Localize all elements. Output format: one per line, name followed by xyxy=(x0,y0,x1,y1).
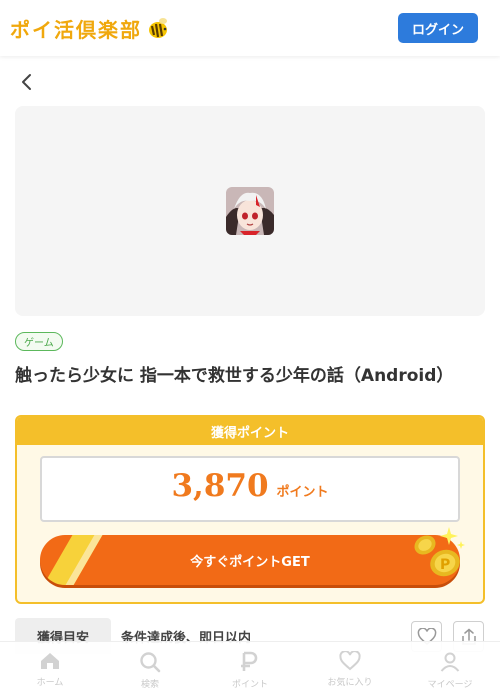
login-button[interactable]: ログイン xyxy=(398,13,478,43)
coins-icon: P xyxy=(414,527,465,577)
app-icon xyxy=(226,187,274,235)
nav-label: 検索 xyxy=(140,680,159,690)
points-card: 獲得ポイント 3,870 ポイント 今すぐポイントGET P xyxy=(15,415,485,604)
search-icon xyxy=(140,652,161,673)
home-icon xyxy=(41,653,59,669)
nav-item-points[interactable]: ポイント xyxy=(200,642,300,700)
app-header: ポイ活倶楽部 ログイン xyxy=(0,0,500,56)
site-logo[interactable]: ポイ活倶楽部 xyxy=(10,14,170,43)
nav-item-home[interactable]: ホーム xyxy=(0,642,100,700)
nav-label: お気に入り xyxy=(327,678,373,688)
nav-label: マイページ xyxy=(427,680,473,690)
get-points-label: 今すぐポイントGET xyxy=(190,554,310,570)
bottom-navigation: ホーム 検索 ポイント お気に入り マイページ xyxy=(0,641,500,700)
nav-item-favorites[interactable]: お気に入り xyxy=(300,642,400,700)
category-tag: ゲーム xyxy=(15,332,63,351)
points-heading: 獲得ポイント xyxy=(17,417,483,445)
logo-text: ポイ活倶楽部 xyxy=(10,17,142,42)
nav-label: ポイント xyxy=(231,680,268,690)
user-icon xyxy=(440,652,460,672)
bee-mascot-icon xyxy=(149,18,167,38)
nav-item-search[interactable]: 検索 xyxy=(100,642,200,700)
back-button[interactable] xyxy=(14,70,38,94)
points-display: 3,870 ポイント xyxy=(40,456,460,522)
get-points-button[interactable]: 今すぐポイントGET xyxy=(40,535,460,585)
points-value: 3,870 xyxy=(171,468,269,504)
heart-icon xyxy=(339,651,361,671)
points-unit: ポイント xyxy=(276,485,329,500)
nav-label: ホーム xyxy=(36,678,64,688)
offer-image-area xyxy=(15,106,485,316)
chevron-left-icon xyxy=(22,74,31,90)
nav-item-mypage[interactable]: マイページ xyxy=(400,642,500,700)
offer-title: 触ったら少女に 指一本で救世する少年の話（Android） xyxy=(15,366,454,386)
points-icon xyxy=(241,651,258,671)
svg-text:P: P xyxy=(440,557,450,573)
